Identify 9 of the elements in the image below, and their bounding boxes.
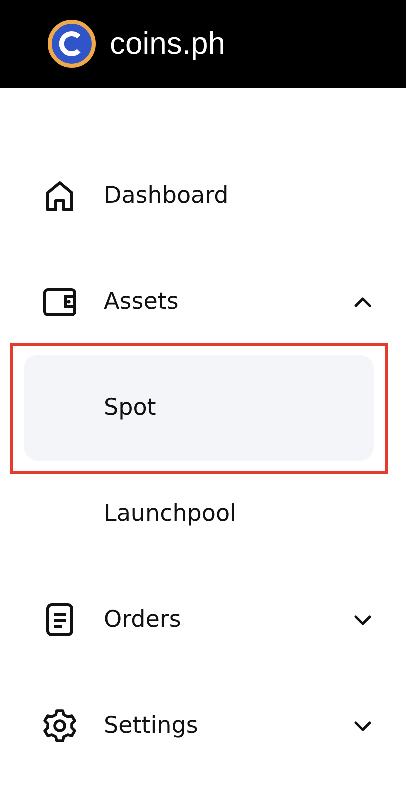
menu-item[interactable]: Dashboard <box>0 143 406 249</box>
submenu-item[interactable]: Launchpool <box>24 461 374 567</box>
menu-item[interactable]: Settings <box>0 673 406 779</box>
settings-icon <box>42 708 78 744</box>
logo-text: coins.ph <box>110 26 226 62</box>
submenu-item[interactable]: Spot <box>24 355 374 461</box>
menu-item[interactable]: Orders <box>0 567 406 673</box>
menu-item[interactable]: Assets <box>0 249 406 355</box>
logo-icon <box>48 20 96 68</box>
